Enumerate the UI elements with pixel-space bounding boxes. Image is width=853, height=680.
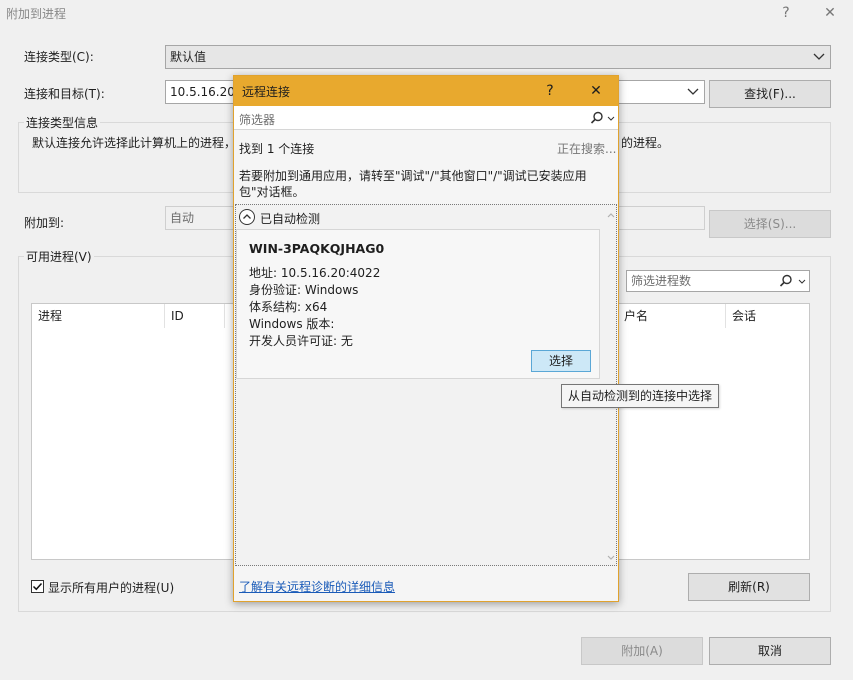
connection-info-title: 连接类型信息 [24, 114, 101, 131]
device-auth: 身份验证: Windows [249, 283, 359, 297]
connection-type-label: 连接类型(C): [24, 50, 94, 64]
dropdown-arrow-icon [798, 279, 806, 284]
help-button[interactable]: ? [776, 3, 796, 23]
refresh-button[interactable]: 刷新(R) [688, 573, 810, 601]
remote-connection-dialog: 远程连接 ? ✕ 筛选器 找到 1 个连接 正在搜索... 若要附加到通用应用，… [233, 75, 619, 602]
select-code-type-button[interactable]: 选择(S)... [709, 210, 831, 238]
popup-help-button[interactable]: ? [538, 79, 562, 103]
process-filter-placeholder: 筛选进程数 [631, 274, 692, 288]
process-filter-input[interactable]: 筛选进程数 [626, 270, 810, 292]
close-button[interactable]: ✕ [820, 3, 840, 23]
found-connections-text: 找到 1 个连接 [239, 142, 315, 156]
popup-filter-placeholder: 筛选器 [239, 113, 276, 127]
popup-close-button[interactable]: ✕ [584, 79, 608, 103]
connections-list[interactable]: 已自动检测 WIN-3PAQKQJHAG0 地址: 10.5.16.20:402… [235, 204, 617, 566]
cancel-button[interactable]: 取消 [709, 637, 831, 665]
scroll-up-icon[interactable] [606, 210, 616, 220]
connection-type-combo[interactable]: 默认值 [165, 45, 831, 69]
device-windows-version: Windows 版本: [249, 317, 335, 331]
connection-info-text: 默认连接允许选择此计算机上的进程， [32, 136, 237, 150]
connection-type-value: 默认值 [170, 50, 207, 64]
select-connection-button[interactable]: 选择 [531, 350, 591, 372]
column-header-user[interactable]: 户名 [618, 304, 726, 328]
remote-connection-title: 远程连接 [242, 85, 291, 99]
remote-connection-header: 远程连接 ? ✕ [234, 76, 618, 106]
connection-target-label: 连接和目标(T): [24, 87, 105, 101]
column-header-id[interactable]: ID [165, 304, 225, 328]
select-tooltip: 从自动检测到的连接中选择 [561, 384, 720, 408]
search-icon [779, 274, 792, 287]
column-header-process[interactable]: 进程 [32, 304, 165, 328]
universal-app-hint-line1: 若要附加到通用应用，请转至"调试"/"其他窗口"/"调试已安装应用 [239, 169, 587, 183]
connection-info-text-tail: 的进程。 [621, 136, 670, 150]
connection-item[interactable]: WIN-3PAQKQJHAG0 地址: 10.5.16.20:4022 身份验证… [236, 229, 600, 379]
checkmark-icon [32, 582, 43, 591]
chevron-down-icon [813, 53, 825, 60]
scroll-down-icon[interactable] [606, 553, 616, 563]
device-dev-license: 开发人员许可证: 无 [249, 334, 353, 348]
popup-filter-input[interactable]: 筛选器 [234, 106, 618, 130]
help-link-text: 了解有关远程诊断的详细信息 [239, 580, 396, 594]
show-all-users-checkbox[interactable] [31, 580, 44, 593]
dropdown-arrow-icon [607, 116, 615, 121]
find-button[interactable]: 查找(F)... [709, 80, 831, 108]
remote-diagnostics-help-link[interactable]: 了解有关远程诊断的详细信息 [239, 578, 395, 595]
auto-detected-section-title: 已自动检测 [260, 212, 321, 226]
available-processes-title: 可用进程(V) [24, 248, 94, 265]
attach-to-value: 自动 [170, 211, 195, 225]
column-header-session[interactable]: 会话 [726, 304, 810, 328]
chevron-down-icon [687, 88, 699, 95]
device-arch: 体系结构: x64 [249, 300, 328, 314]
window-title: 附加到进程 [6, 7, 67, 21]
show-all-users-label[interactable]: 显示所有用户的进程(U) [48, 579, 174, 596]
attach-to-label: 附加到: [24, 216, 65, 230]
device-address: 地址: 10.5.16.20:4022 [249, 266, 381, 280]
attach-button[interactable]: 附加(A) [581, 637, 703, 665]
universal-app-hint-line2: 包"对话框。 [239, 185, 305, 199]
device-name: WIN-3PAQKQJHAG0 [249, 241, 385, 256]
collapse-chevron-icon[interactable] [238, 208, 256, 226]
searching-text: 正在搜索... [557, 142, 617, 156]
search-icon [590, 111, 603, 124]
